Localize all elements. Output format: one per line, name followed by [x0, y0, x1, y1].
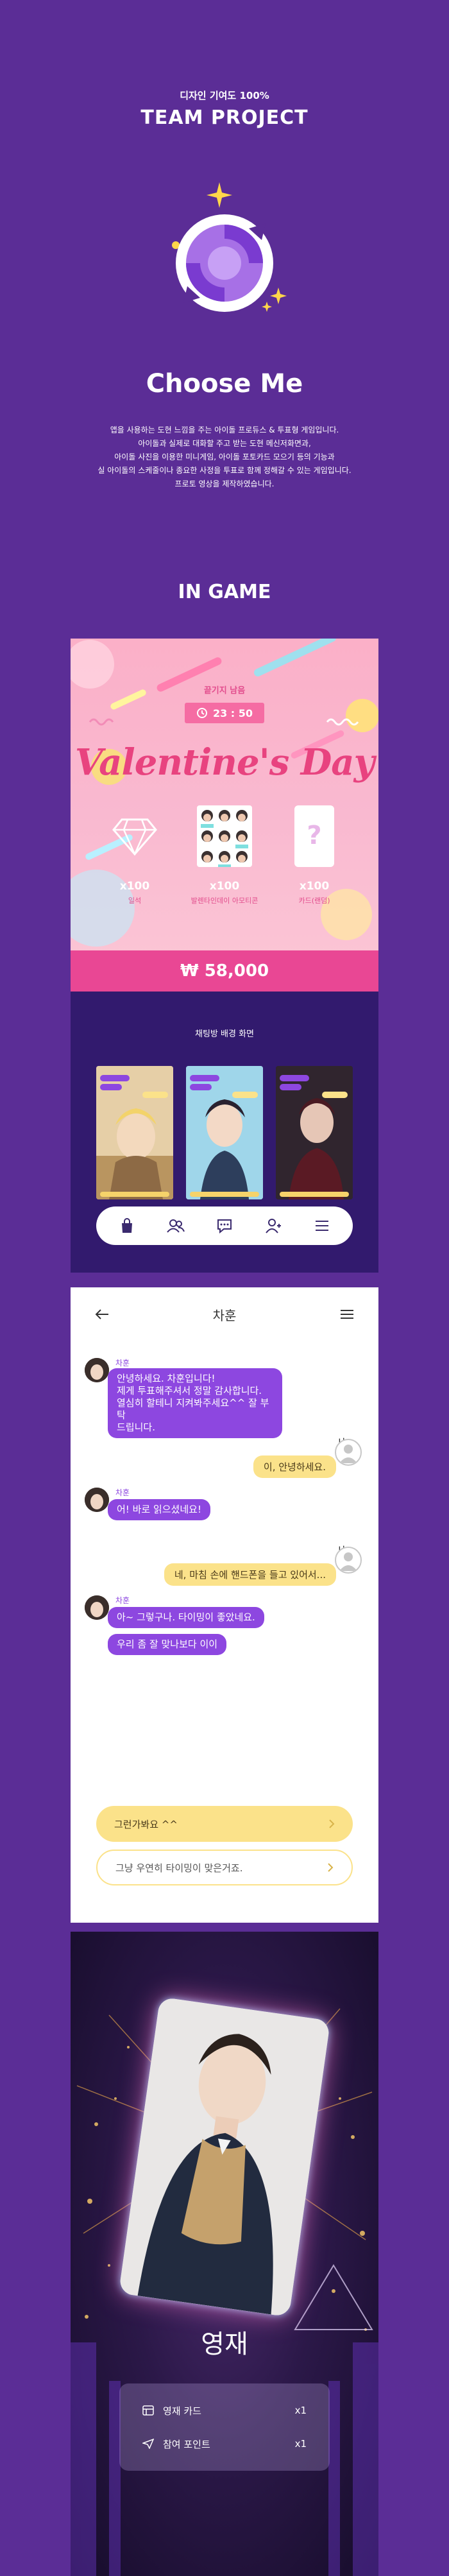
my-message-bubble: 네, 마침 손에 핸드폰을 들고 있어서...: [164, 1563, 336, 1586]
send-icon: [142, 2439, 154, 2449]
chat-title: 차훈: [212, 1307, 237, 1323]
description-line: 아이돌 사진을 이용한 미니게임, 아이돌 포토카드 모으기 등의 기능과: [114, 452, 335, 461]
idol-message-bubble: 우리 좀 잘 맞나보다 이이: [108, 1634, 227, 1655]
my-avatar[interactable]: [335, 1547, 362, 1574]
background-thumbnail-list: [96, 1066, 353, 1199]
menu-icon[interactable]: [340, 1309, 354, 1319]
mystery-card-icon: ?: [276, 804, 353, 868]
chat-screen: 차훈 차훈 안녕하세요. 차훈입니다! 제게 투표해주셔서 정말 감사합니다. …: [71, 1287, 378, 1923]
bottom-navigation: [96, 1206, 353, 1245]
remaining-time-label: 끝기지 남음: [203, 686, 246, 696]
reward-label: 영재 카드: [163, 2405, 201, 2417]
item-name: 카드(랜덤): [298, 897, 330, 905]
card-icon: [142, 2405, 154, 2416]
back-arrow-icon[interactable]: [95, 1309, 109, 1320]
reward-panel: 영재 카드 x1 참여 포인트 x1: [119, 2383, 330, 2471]
my-avatar[interactable]: [335, 1439, 362, 1466]
reward-row: 참여 포인트 x1: [142, 2427, 307, 2460]
sender-name: 차훈: [115, 1359, 130, 1368]
reply-option-1[interactable]: 그런가봐요 ^^: [96, 1806, 353, 1842]
item-count: x100: [209, 880, 240, 893]
event-item[interactable]: x100 발렌타인데이 아모티콘: [186, 804, 263, 906]
event-item[interactable]: ? x100 카드(랜덤): [276, 804, 353, 906]
description-line: 앱을 사용하는 도현 느낌을 주는 아이돌 프로듀스 & 투표형 게임입니다.: [110, 425, 339, 434]
background-screen-title: 채팅방 배경 화면: [195, 1029, 254, 1039]
idol-avatar[interactable]: [85, 1595, 109, 1620]
message-line: 드립니다.: [117, 1421, 155, 1433]
event-item[interactable]: x100 일석: [96, 804, 173, 906]
reply-option-label: 그냥 우연히 타이밍이 맞은거죠.: [115, 1862, 243, 1874]
sender-name: 차훈: [115, 1488, 130, 1497]
message-line: 제게 투표해주셔서 정말 감사합니다.: [117, 1385, 262, 1396]
sender-name: 차훈: [115, 1596, 130, 1605]
reward-quantity: x1: [294, 2438, 307, 2450]
chevron-right-icon: [328, 1863, 334, 1872]
idol-message-bubble: 아~ 그렇구나. 타이밍이 좋았네요.: [108, 1607, 264, 1628]
countdown-timer: 23 : 50: [185, 703, 264, 723]
diamond-icon: [96, 804, 173, 868]
menu-icon[interactable]: [312, 1216, 332, 1235]
event-headline: Valentine's Day: [74, 741, 375, 784]
event-item-list: x100 일석 x100 발렌타인데이 아모티콘 ? x100 카드(랜덤): [96, 804, 353, 906]
chat-background-screen: 채팅방 배경 화면: [71, 992, 378, 1273]
reply-option-label: 그런가봐요 ^^: [114, 1818, 178, 1830]
reward-row: 영재 카드 x1: [142, 2394, 307, 2427]
svg-text:?: ?: [307, 821, 321, 850]
photocard-set-icon: [186, 804, 263, 868]
item-count: x100: [119, 880, 150, 893]
project-description: 앱을 사용하는 도현 느낌을 주는 아이돌 프로듀스 & 투표형 게임입니다. …: [0, 424, 449, 491]
message-line: 열심히 할테니 지켜봐주세요^^ 잘 부탁: [117, 1397, 269, 1421]
message-line: 안녕하세요. 차훈입니다!: [117, 1373, 216, 1384]
item-name: 일석: [128, 897, 142, 905]
my-message-bubble: 이, 안녕하세요.: [253, 1455, 336, 1478]
item-count: x100: [299, 880, 330, 893]
idol-avatar[interactable]: [85, 1488, 109, 1512]
intro-title: TEAM PROJECT: [140, 107, 309, 129]
timer-value: 23 : 50: [212, 707, 253, 719]
shop-bag-icon[interactable]: [117, 1216, 137, 1235]
choose-me-title: Choose Me: [146, 369, 303, 399]
idol-avatar[interactable]: [85, 1358, 109, 1382]
chevron-right-icon: [329, 1819, 335, 1828]
clock-icon: [196, 708, 207, 718]
idol-message-bubble: 안녕하세요. 차훈입니다! 제게 투표해주셔서 정말 감사합니다. 열심히 할테…: [108, 1368, 282, 1438]
chat-header: 차훈: [71, 1287, 378, 1341]
description-line: 프로토 영상을 제작하였습니다.: [174, 479, 275, 488]
intro-subtitle: 디자인 기여도 100%: [180, 90, 269, 101]
description-line: 실 아이돌의 스케줄이나 종요한 사정을 투표로 함께 정해갈 수 있는 게임입…: [97, 466, 352, 475]
chat-icon[interactable]: [215, 1216, 234, 1235]
reply-option-2[interactable]: 그냥 우연히 타이밍이 맞은거죠.: [96, 1850, 353, 1885]
item-name: 발렌타인데이 아모티콘: [191, 897, 258, 905]
profile-icon[interactable]: [264, 1216, 283, 1235]
chat-bg-thumbnail-blue[interactable]: [186, 1066, 263, 1199]
reward-quantity: x1: [294, 2405, 307, 2416]
idol-message-bubble: 어! 바로 읽으셨네요!: [108, 1499, 210, 1520]
description-line: 아이돌과 실제로 대화할 주고 받는 도현 메신저화면과,: [138, 439, 311, 448]
reward-label: 참여 포인트: [163, 2438, 210, 2450]
idol-name: 영재: [201, 2330, 248, 2359]
in-game-heading: IN GAME: [178, 581, 271, 603]
chat-bg-thumbnail-dark[interactable]: [276, 1066, 353, 1199]
purchase-price-button[interactable]: ₩ 58,000: [71, 950, 378, 992]
friends-icon[interactable]: [166, 1216, 185, 1235]
valentine-event-screen: 끝기지 남음 23 : 50 Valentine's Day x100 일석 x…: [71, 639, 378, 992]
photo-card-reward-screen: 영재 영재 카드 x1 참여 포인트 x1: [71, 1932, 378, 2576]
chat-bg-thumbnail-yellow[interactable]: [96, 1066, 173, 1199]
app-logo-icon: [153, 173, 296, 317]
